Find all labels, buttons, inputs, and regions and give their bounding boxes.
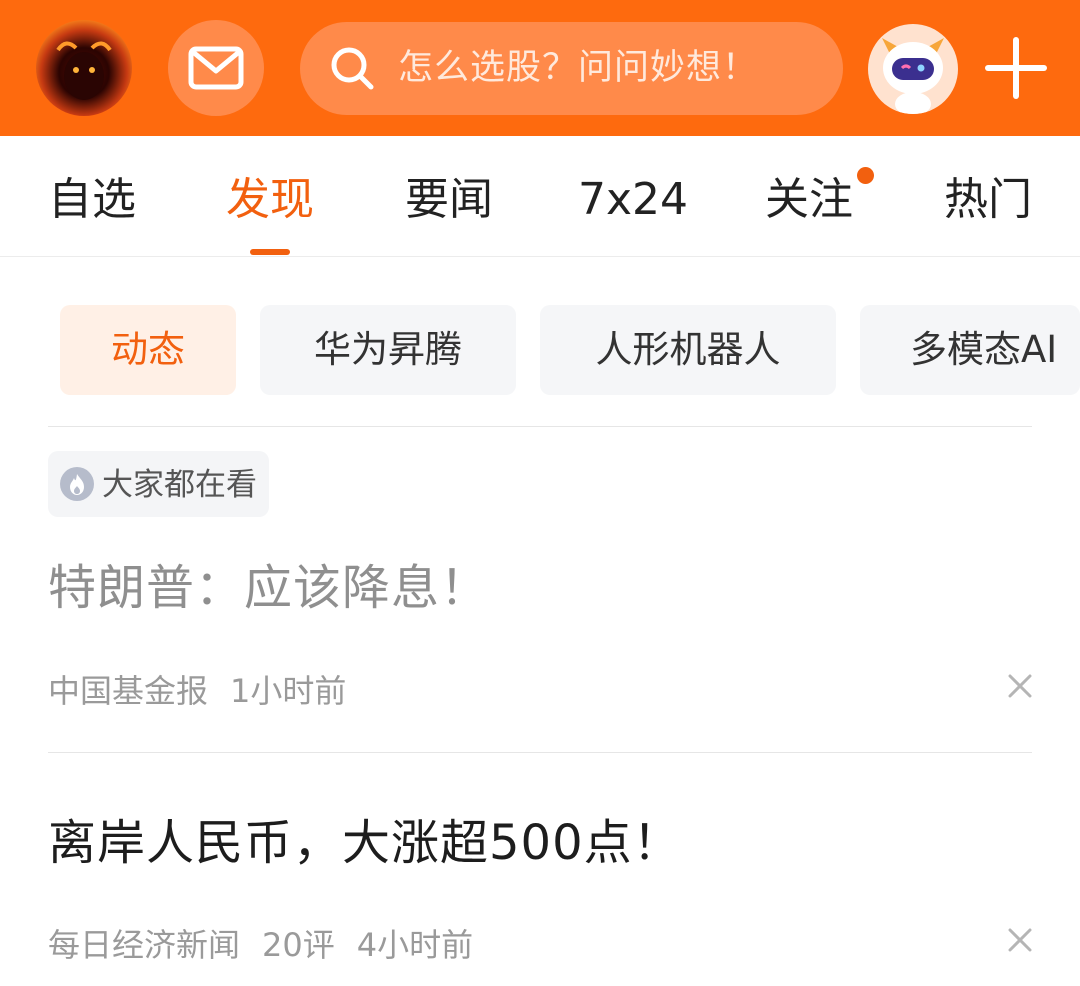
ai-assistant-button[interactable]: [868, 24, 958, 114]
fire-icon: [60, 467, 94, 501]
tab-headlines[interactable]: 要闻: [405, 136, 493, 257]
news-source: 中国基金报: [48, 672, 209, 710]
user-avatar[interactable]: [36, 20, 132, 116]
divider: [48, 752, 1032, 753]
chip-humanoid-robot[interactable]: 人形机器人: [540, 305, 836, 395]
divider: [48, 426, 1032, 427]
trending-badge: 大家都在看: [48, 451, 269, 517]
mail-button[interactable]: [168, 20, 264, 116]
search-bar[interactable]: 怎么选股？问问妙想！: [300, 22, 843, 115]
active-tab-indicator: [250, 249, 290, 255]
chip-huawei-ascend[interactable]: 华为昇腾: [260, 305, 516, 395]
news-time: 1小时前: [230, 672, 347, 710]
news-meta: 每日经济新闻 20评 4小时前: [48, 920, 495, 966]
tab-favorites[interactable]: 自选: [48, 136, 136, 257]
avatar-image: [56, 41, 112, 100]
tab-discover[interactable]: 发现: [226, 136, 314, 257]
close-icon[interactable]: [1004, 924, 1036, 956]
news-meta: 中国基金报 1小时前: [48, 666, 368, 712]
chip-dynamic[interactable]: 动态: [60, 305, 236, 395]
tab-hot[interactable]: 热门: [944, 136, 1032, 257]
news-headline[interactable]: 特朗普：应该降息！: [48, 548, 489, 618]
search-placeholder: 怎么选股？问问妙想！: [398, 48, 759, 88]
robot-assistant-icon: [882, 38, 944, 114]
tab-7x24[interactable]: 7x24: [578, 136, 688, 257]
following-notification-dot: [857, 167, 874, 184]
news-source: 每日经济新闻: [48, 926, 241, 964]
trending-badge-label: 大家都在看: [102, 467, 257, 503]
top-header: 怎么选股？问问妙想！: [0, 0, 1080, 136]
news-comment-count: 20评: [262, 926, 335, 964]
search-icon: [331, 47, 374, 90]
news-time: 4小时前: [356, 926, 474, 964]
plus-icon[interactable]: [984, 36, 1048, 100]
close-icon[interactable]: [1004, 670, 1036, 702]
chip-multimodal-ai[interactable]: 多模态AI: [860, 305, 1080, 395]
mail-icon: [188, 46, 244, 90]
news-headline[interactable]: 离岸人民币，大涨超500点！: [48, 803, 682, 873]
tab-following[interactable]: 关注: [765, 136, 853, 257]
main-tabs: 自选 发现 要闻 7x24 关注 热门: [0, 136, 1080, 257]
